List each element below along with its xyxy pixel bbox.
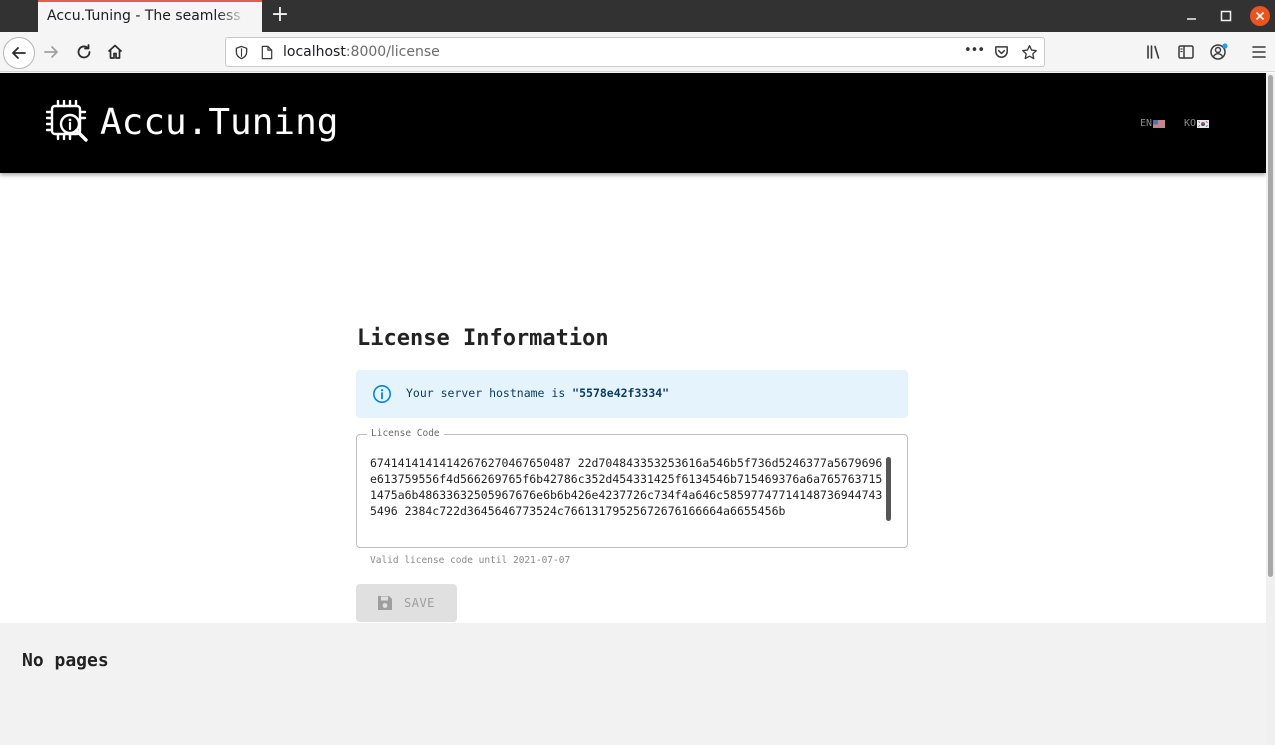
- language-ko-button[interactable]: KO: [1184, 118, 1210, 129]
- license-code-scrollbar-thumb[interactable]: [886, 457, 891, 521]
- language-ko-label: KO: [1184, 118, 1197, 129]
- page-actions-icon[interactable]: •••: [964, 43, 985, 58]
- hostname-info-text: Your server hostname is "5578e42f3334": [406, 386, 669, 400]
- bookmark-star-icon[interactable]: [1021, 44, 1038, 61]
- forward-button[interactable]: [37, 38, 65, 66]
- language-en-button[interactable]: EN: [1140, 118, 1166, 129]
- home-button[interactable]: [101, 38, 129, 66]
- account-icon[interactable]: [1209, 42, 1229, 62]
- home-icon: [107, 44, 123, 59]
- no-pages-text: No pages: [22, 650, 109, 671]
- sidebar-icon[interactable]: [1177, 43, 1195, 61]
- pocket-icon[interactable]: [993, 44, 1010, 61]
- arrow-right-icon: [44, 46, 58, 58]
- browser-tab-bar: Accu.Tuning - The seamless automated mac…: [0, 0, 1275, 32]
- browser-tab-active[interactable]: Accu.Tuning - The seamless automated mac…: [38, 0, 262, 32]
- page-scrollbar-thumb[interactable]: [1268, 75, 1273, 577]
- arrow-left-icon: [12, 47, 26, 59]
- menu-icon[interactable]: [1251, 43, 1267, 61]
- license-validity-text: Valid license code until 2021-07-07: [370, 555, 571, 566]
- url-path: :8000/license: [345, 44, 440, 60]
- language-en-label: EN: [1140, 118, 1153, 129]
- save-button[interactable]: SAVE: [356, 584, 457, 622]
- save-button-label: SAVE: [404, 596, 435, 610]
- kr-flag-icon: [1197, 119, 1210, 128]
- chip-search-logo-icon[interactable]: [46, 100, 90, 144]
- url-host: localhost: [283, 44, 346, 60]
- hostname-info-alert: Your server hostname is "5578e42f3334": [356, 370, 908, 418]
- reload-icon: [77, 44, 91, 59]
- tab-title: Accu.Tuning - The seamless automated mac…: [47, 8, 247, 24]
- page-title: License Information: [357, 326, 609, 351]
- library-icon[interactable]: [1145, 43, 1163, 61]
- minimize-icon[interactable]: [1182, 6, 1202, 26]
- shield-icon[interactable]: [234, 45, 249, 60]
- page-icon[interactable]: [260, 45, 274, 60]
- browser-nav-bar: localhost:8000/license •••: [0, 32, 1275, 72]
- reload-button[interactable]: [70, 38, 98, 66]
- close-window-icon[interactable]: [1250, 6, 1270, 26]
- url-text[interactable]: localhost:8000/license: [283, 44, 440, 60]
- tab-bar-padding: [0, 0, 38, 32]
- license-code-field[interactable]: License Code 674141414141426762704676504…: [356, 428, 908, 548]
- pages-footer: No pages: [0, 623, 1266, 745]
- us-flag-icon: [1153, 119, 1166, 128]
- maximize-icon[interactable]: [1216, 6, 1236, 26]
- app-header: Accu.Tuning EN KO: [0, 73, 1266, 173]
- info-icon: [373, 385, 391, 403]
- url-bar[interactable]: localhost:8000/license •••: [225, 37, 1045, 67]
- app-logo-text[interactable]: Accu.Tuning: [100, 102, 338, 143]
- back-button[interactable]: [3, 37, 35, 69]
- license-code-textarea[interactable]: 67414141414142676270467650487 22d7048433…: [370, 455, 885, 531]
- license-code-label: License Code: [367, 428, 444, 439]
- page-scrollbar[interactable]: [1266, 73, 1275, 745]
- floppy-disk-icon: [378, 596, 392, 610]
- new-tab-button[interactable]: +: [268, 3, 292, 27]
- hostname-prefix: Your server hostname is: [406, 386, 573, 400]
- hostname-value: "5578e42f3334": [572, 386, 670, 400]
